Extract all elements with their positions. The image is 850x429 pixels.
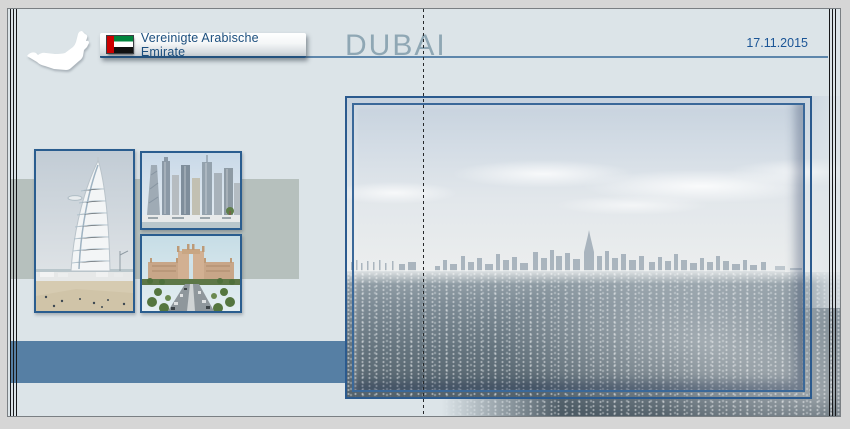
page-title: DUBAI [345, 29, 447, 62]
country-banner: Vereinigte Arabische Emirate [100, 30, 306, 59]
photo-frame-outer [345, 96, 812, 399]
album-page: Vereinigte Arabische Emirate DUBAI 17.11… [7, 8, 841, 417]
country-label: Vereinigte Arabische Emirate [140, 30, 259, 59]
binding-lines-left [10, 9, 18, 416]
photo-atlantis [140, 234, 242, 313]
photo-burj-al-arab [34, 149, 135, 313]
photo-dubai-marina [140, 151, 242, 230]
photo-skyline-panorama [345, 96, 840, 416]
blue-band [10, 341, 346, 383]
page-fold-dotted-line [423, 9, 424, 416]
uae-flag-icon [106, 35, 134, 54]
date-label: 17.11.2015 [746, 36, 808, 50]
screenshot-stage: Vereinigte Arabische Emirate DUBAI 17.11… [0, 0, 850, 429]
panorama-fade-bottom [345, 399, 560, 416]
uae-map-silhouette [25, 22, 97, 76]
binding-lines-right [829, 9, 836, 416]
